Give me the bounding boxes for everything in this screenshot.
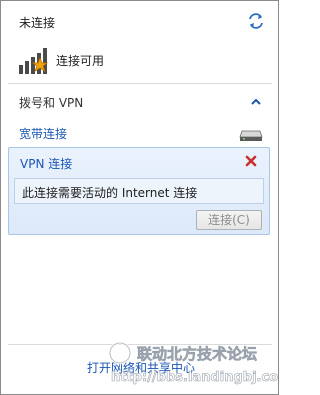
connection-status-title: 未连接: [19, 16, 56, 30]
chevron-up-icon[interactable]: [251, 96, 261, 106]
vpn-requirement-message: 此连接需要活动的 Internet 连接: [22, 186, 198, 200]
vpn-connection-title: VPN 连接: [20, 157, 73, 171]
vpn-message-box: 此连接需要活动的 Internet 连接: [14, 178, 264, 204]
divider: [8, 83, 272, 84]
connections-available-label: 连接可用: [56, 54, 105, 68]
open-network-sharing-center-link[interactable]: 打开网络和共享中心: [87, 359, 195, 376]
connect-button[interactable]: 连接(C): [196, 210, 262, 230]
refresh-icon[interactable]: [247, 12, 265, 30]
footer-divider: [8, 344, 272, 345]
broadband-connection-item[interactable]: 宽带连接: [19, 125, 67, 142]
vpn-connection-card[interactable]: VPN 连接 此连接需要活动的 Internet 连接 连接(C): [8, 147, 270, 235]
dialup-vpn-section-label: 拨号和 VPN: [19, 96, 84, 110]
wireless-signal-icon: [18, 45, 52, 75]
modem-icon: [239, 128, 263, 142]
close-icon[interactable]: [245, 155, 257, 167]
network-flyout-panel: 未连接 连接可用 拨号和 VPN 宽带连接 VPN 连接 此连接需要活动的 In…: [0, 0, 292, 395]
